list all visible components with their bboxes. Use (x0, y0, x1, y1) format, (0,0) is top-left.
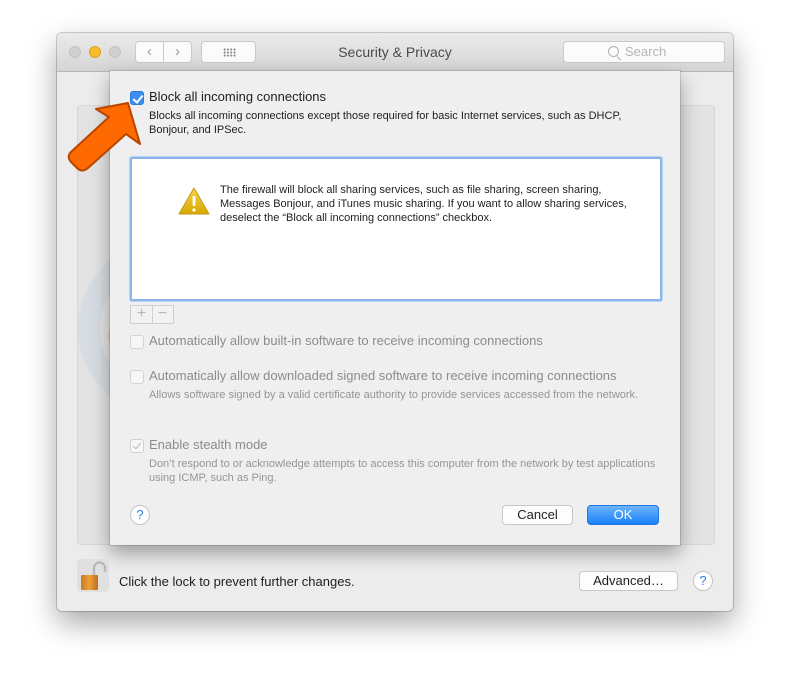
ok-button[interactable]: OK (587, 505, 659, 525)
warning-icon (178, 187, 210, 215)
auto-allow-signed-checkbox[interactable] (130, 370, 144, 384)
footer-help-button[interactable]: ? (693, 571, 713, 591)
search-placeholder: Search (625, 44, 667, 59)
warning-message: The firewall will block all sharing serv… (220, 184, 627, 224)
auto-allow-signed-label: Automatically allow downloaded signed so… (149, 368, 617, 383)
block-all-label: Block all incoming connections (149, 89, 327, 104)
block-all-description: Blocks all incoming connections except t… (149, 110, 622, 136)
list-controls: + − (130, 305, 174, 324)
auto-allow-builtin-label: Automatically allow built-in software to… (149, 333, 543, 348)
search-input[interactable]: Search (563, 41, 725, 63)
apps-list[interactable]: The firewall will block all sharing serv… (130, 157, 662, 301)
stealth-mode-checkbox[interactable] (130, 439, 144, 453)
auto-allow-signed-description: Allows software signed by a valid certif… (149, 389, 639, 401)
search-icon (608, 46, 619, 57)
sheet-help-button[interactable]: ? (130, 505, 150, 525)
firewall-options-sheet: Block all incoming connections Blocks al… (110, 71, 680, 545)
remove-app-button[interactable]: − (152, 306, 173, 323)
security-privacy-window: ‹ › Security & Privacy Search Block all … (57, 33, 733, 611)
stealth-mode-label: Enable stealth mode (149, 437, 268, 452)
advanced-button[interactable]: Advanced… (579, 571, 678, 591)
auto-allow-builtin-checkbox[interactable] (130, 335, 144, 349)
add-app-button[interactable]: + (131, 306, 153, 323)
lock-status-text: Click the lock to prevent further change… (119, 574, 355, 589)
annotation-arrow-icon (67, 102, 141, 172)
cancel-button[interactable]: Cancel (502, 505, 573, 525)
unlocked-padlock-icon[interactable] (77, 559, 109, 592)
title-bar: ‹ › Security & Privacy Search (57, 33, 733, 72)
stealth-mode-description: Don’t respond to or acknowledge attempts… (149, 458, 656, 484)
